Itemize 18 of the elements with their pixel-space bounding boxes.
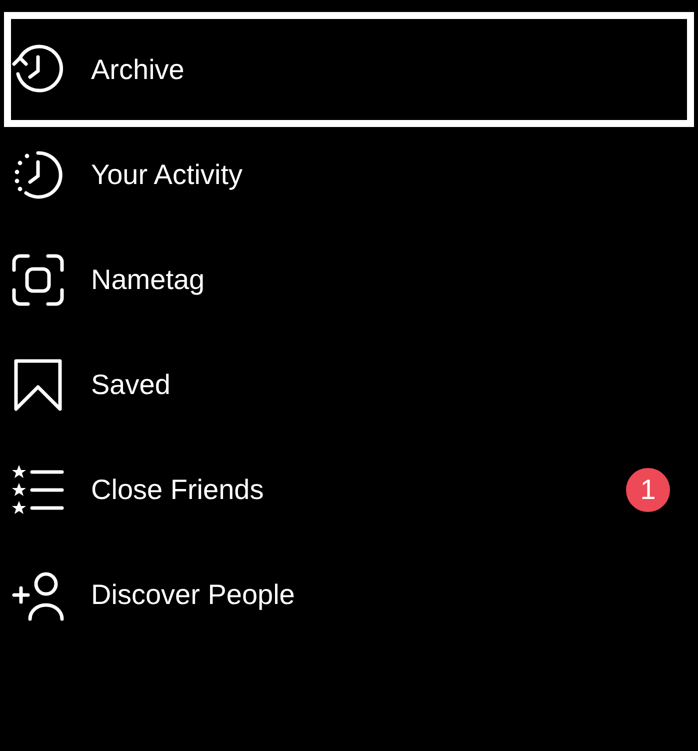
bookmark-icon <box>12 358 64 410</box>
menu-item[interactable]: Your Activity <box>9 122 689 227</box>
menu-label: Discover People <box>91 578 296 610</box>
menu-label: Nametag <box>91 264 206 296</box>
menu-item[interactable]: Saved <box>9 332 689 437</box>
menu-label: Saved <box>91 368 172 400</box>
notification-badge: 1 <box>626 468 670 512</box>
star-list-icon <box>12 464 64 516</box>
clock-arrow-icon <box>12 44 64 96</box>
scan-frame-icon <box>12 254 64 306</box>
menu-label: Archive <box>91 54 186 86</box>
menu-item[interactable]: Close Friends 1 <box>9 437 689 542</box>
menu-item[interactable]: Nametag <box>9 227 689 332</box>
menu-item[interactable]: Archive <box>9 17 689 122</box>
dotted-clock-icon <box>12 148 64 200</box>
menu-label: Your Activity <box>91 158 244 190</box>
menu-item[interactable]: Discover People <box>9 542 689 647</box>
menu-label: Close Friends <box>91 474 265 506</box>
